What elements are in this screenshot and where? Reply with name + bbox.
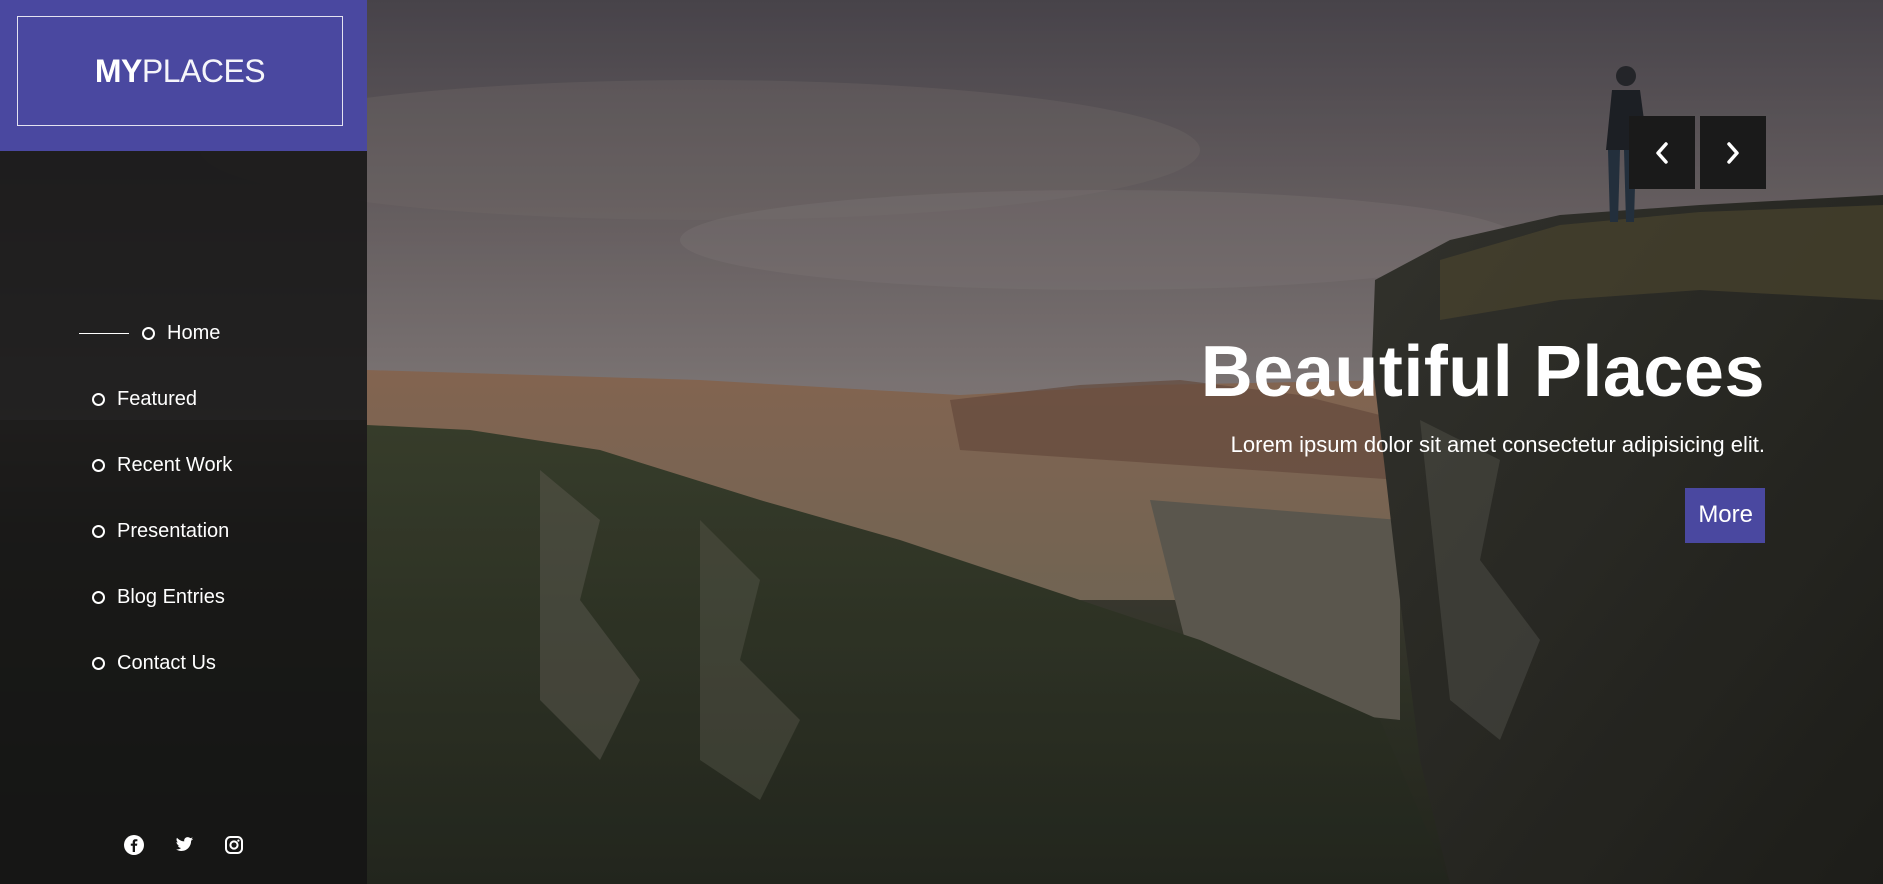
- social-links: [0, 835, 367, 855]
- instagram-icon[interactable]: [224, 835, 244, 855]
- nav-item-recent-work[interactable]: Recent Work: [0, 432, 367, 498]
- nav-item-featured[interactable]: Featured: [0, 366, 367, 432]
- nav-item-label: Blog Entries: [117, 585, 225, 608]
- nav-bullet-icon: [92, 392, 105, 406]
- nav-bullet-icon: [92, 524, 105, 538]
- nav-bullet-icon: [92, 590, 105, 604]
- nav-item-label: Contact Us: [117, 651, 216, 674]
- main-nav: Home Featured Recent Work Presentation B…: [0, 300, 367, 696]
- nav-item-label: Recent Work: [117, 453, 233, 476]
- sidebar: MY PLACES Home Featured Recent Work Prese…: [0, 0, 367, 884]
- logo-light-text: PLACES: [141, 52, 266, 89]
- twitter-icon[interactable]: [174, 835, 194, 855]
- nav-bullet-icon: [92, 458, 105, 472]
- nav-item-label: Presentation: [117, 519, 230, 542]
- nav-item-label: Home: [167, 321, 221, 344]
- more-button[interactable]: More: [1685, 488, 1765, 543]
- site-logo[interactable]: MY PLACES: [17, 16, 343, 126]
- chevron-right-icon: [1727, 141, 1739, 164]
- active-indicator-line: [79, 332, 129, 334]
- nav-item-label: Featured: [117, 387, 198, 410]
- hero-caption: Beautiful Places Lorem ipsum dolor sit a…: [1201, 330, 1765, 543]
- logo-panel: MY PLACES: [0, 0, 367, 151]
- facebook-icon[interactable]: [123, 835, 144, 855]
- hero-subtitle: Lorem ipsum dolor sit amet consectetur a…: [1230, 432, 1765, 457]
- slider-prev-button[interactable]: [1629, 116, 1695, 189]
- nav-item-blog-entries[interactable]: Blog Entries: [0, 564, 367, 630]
- nav-bullet-icon: [142, 326, 155, 340]
- hero-title: Beautiful Places: [1200, 332, 1765, 412]
- chevron-left-icon: [1656, 141, 1668, 164]
- slider-next-button[interactable]: [1700, 116, 1766, 189]
- logo-bold-text: MY: [94, 52, 143, 89]
- nav-item-home[interactable]: Home: [0, 300, 367, 366]
- nav-item-contact-us[interactable]: Contact Us: [0, 630, 367, 696]
- nav-item-presentation[interactable]: Presentation: [0, 498, 367, 564]
- page: MY PLACES Home Featured Recent Work Prese…: [0, 0, 1883, 884]
- nav-bullet-icon: [92, 656, 105, 670]
